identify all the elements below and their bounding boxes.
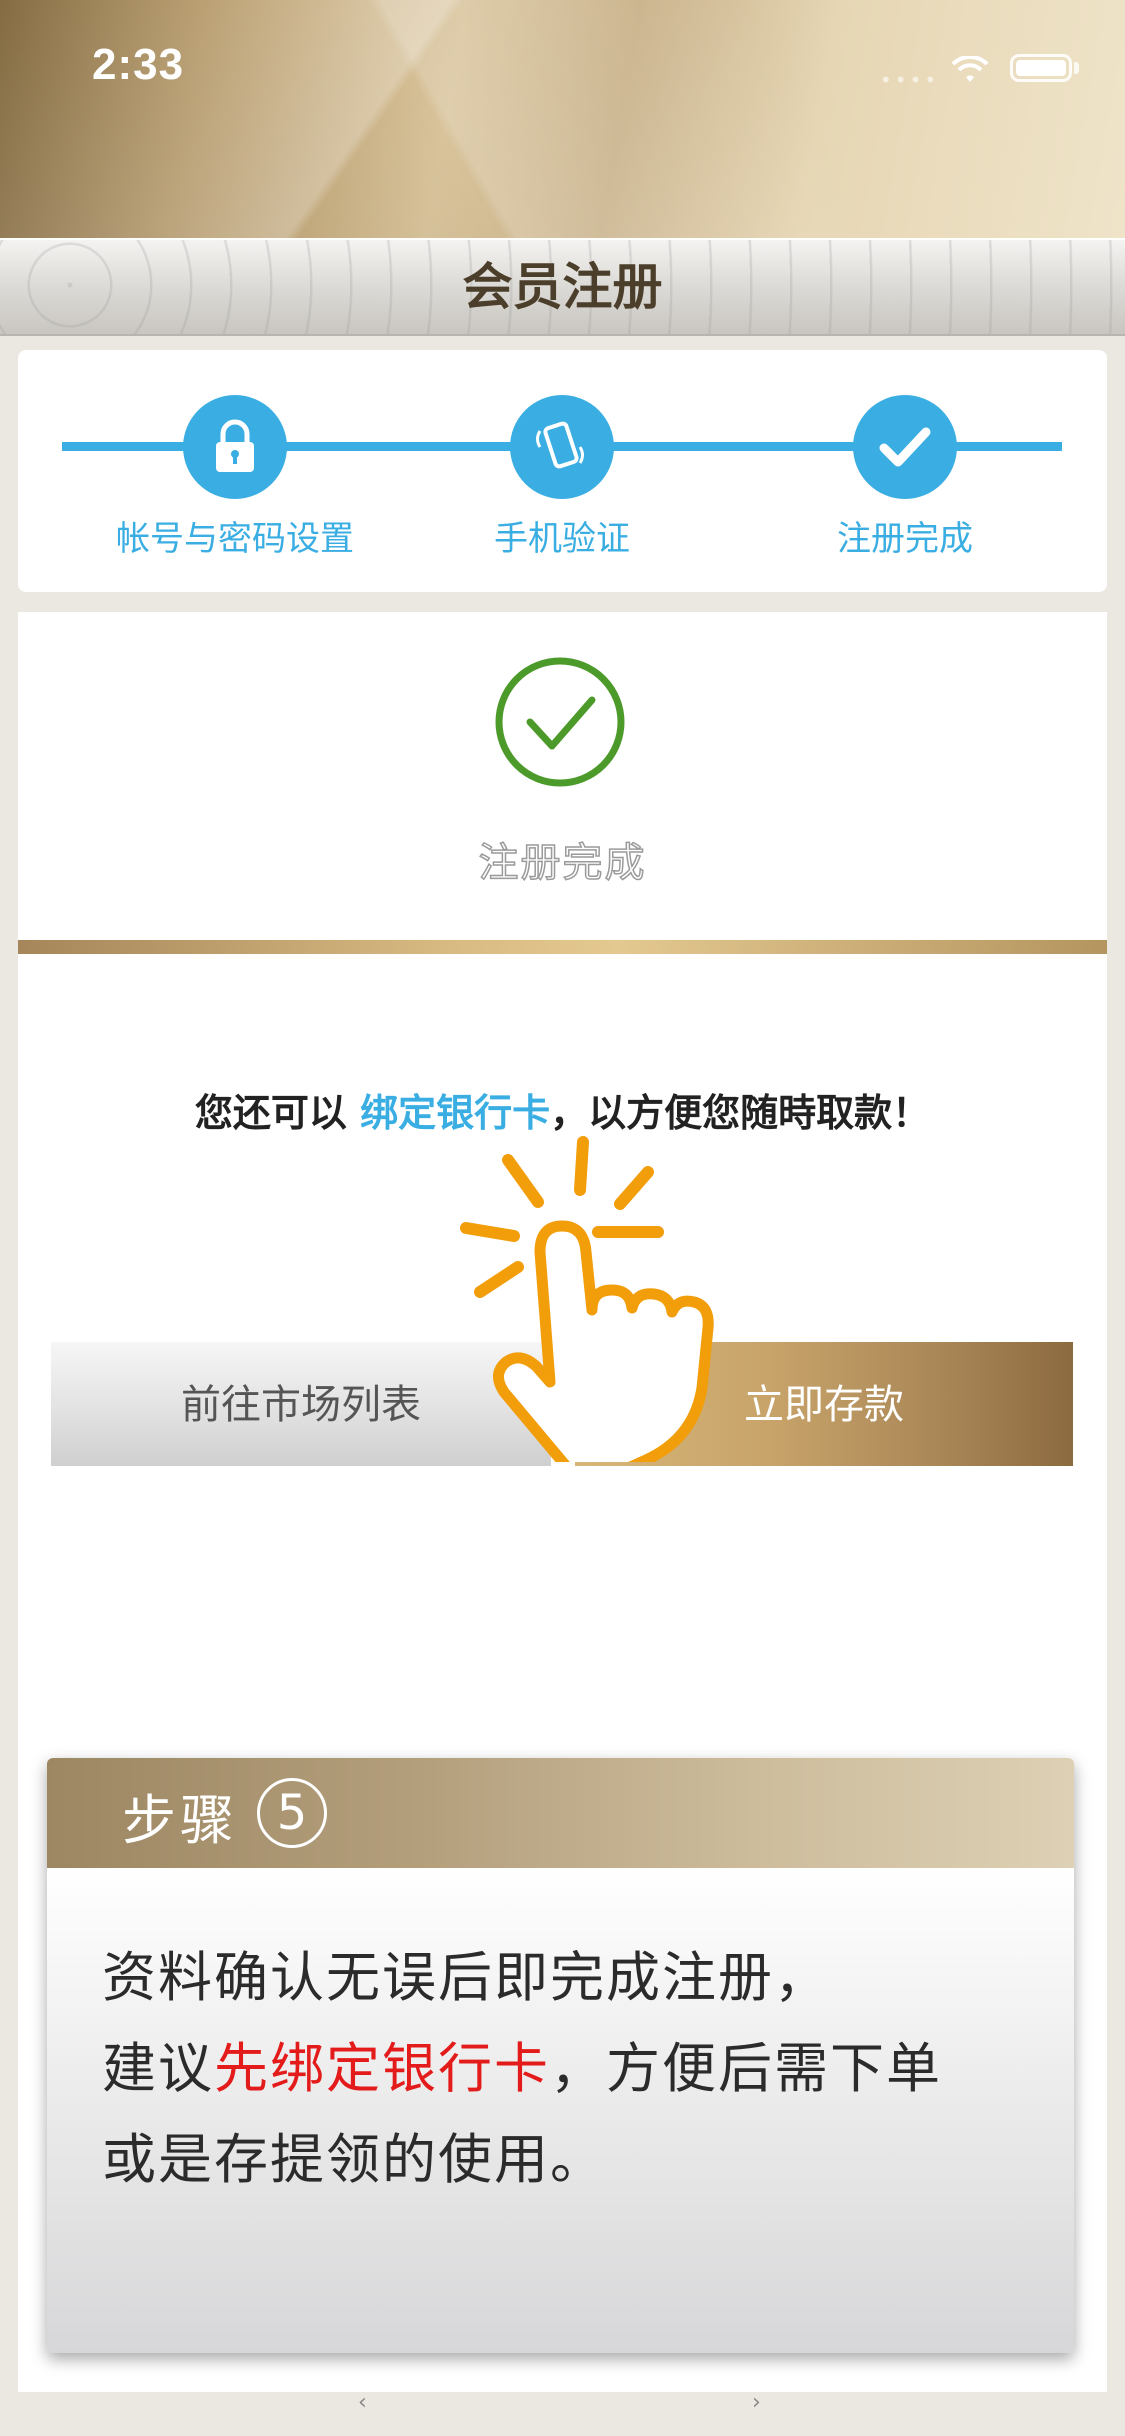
page-title: 会员注册 <box>462 258 663 316</box>
bind-prompt-prefix: 您还可以 <box>194 1091 361 1135</box>
bind-prompt-suffix: ，以方便您随時取款！ <box>550 1091 931 1135</box>
tooltip-title: 步骤 <box>122 1789 238 1852</box>
title-bar: 会员注册 <box>0 238 1125 336</box>
lock-icon <box>216 419 254 472</box>
step-complete: 注册完成 <box>745 395 1065 560</box>
tap-hand-icon <box>460 1136 714 1462</box>
tooltip-header: 步骤 5 <box>47 1758 1074 1868</box>
registration-steps: 帐号与密码设置 手机验证 注册完成 <box>18 350 1107 592</box>
registration-complete-text: 注册完成 <box>478 839 647 887</box>
tooltip-line-3: 或是存提领的使用。 <box>102 2128 606 2191</box>
step-circle <box>510 395 614 499</box>
bind-bank-card-link[interactable]: 绑定银行卡 <box>360 1091 550 1135</box>
wifi-icon <box>951 56 989 82</box>
status-time: 2:33 <box>92 40 185 89</box>
nav-back-arrow[interactable]: ‹ <box>358 2390 367 2415</box>
step-label-complete: 注册完成 <box>837 519 973 559</box>
step-phone-verify: 手机验证 <box>402 395 722 560</box>
success-check-icon <box>495 657 625 787</box>
tooltip-line-2-suffix: ，方便后需下单 <box>550 2037 942 2100</box>
gold-divider <box>18 940 1107 954</box>
tooltip-line-2: 建议先绑定银行卡，方便后需下单 <box>102 2024 942 2103</box>
tooltip-highlight: 先绑定银行卡 <box>214 2037 550 2100</box>
step-tooltip: 步骤 5 资料确认无误后即完成注册， 建议先绑定银行卡，方便后需下单 或是存提领… <box>47 1758 1074 2353</box>
check-icon <box>879 427 931 467</box>
bind-card-prompt: 您还可以 绑定银行卡，以方便您随時取款！ <box>18 1082 1107 1137</box>
step-label-phone: 手机验证 <box>494 519 630 559</box>
tooltip-line-2-prefix: 建议 <box>102 2037 214 2100</box>
step-circle <box>853 395 957 499</box>
header-background <box>0 0 1125 238</box>
nav-forward-arrow[interactable]: › <box>752 2390 761 2415</box>
step-label-account: 帐号与密码设置 <box>116 519 354 559</box>
step-account-password: 帐号与密码设置 <box>75 395 395 560</box>
battery-tip <box>1074 62 1079 74</box>
tooltip-step-number: 5 <box>257 1778 327 1848</box>
signal-icon: •••• <box>880 68 940 92</box>
step-circle <box>183 395 287 499</box>
tooltip-line-1: 资料确认无误后即完成注册， <box>102 1946 830 2009</box>
tooltip-body: 资料确认无误后即完成注册， 建议先绑定银行卡，方便后需下单 或是存提领的使用。 <box>47 1868 1074 2353</box>
battery-icon <box>1010 54 1072 82</box>
phone-icon <box>536 421 584 469</box>
